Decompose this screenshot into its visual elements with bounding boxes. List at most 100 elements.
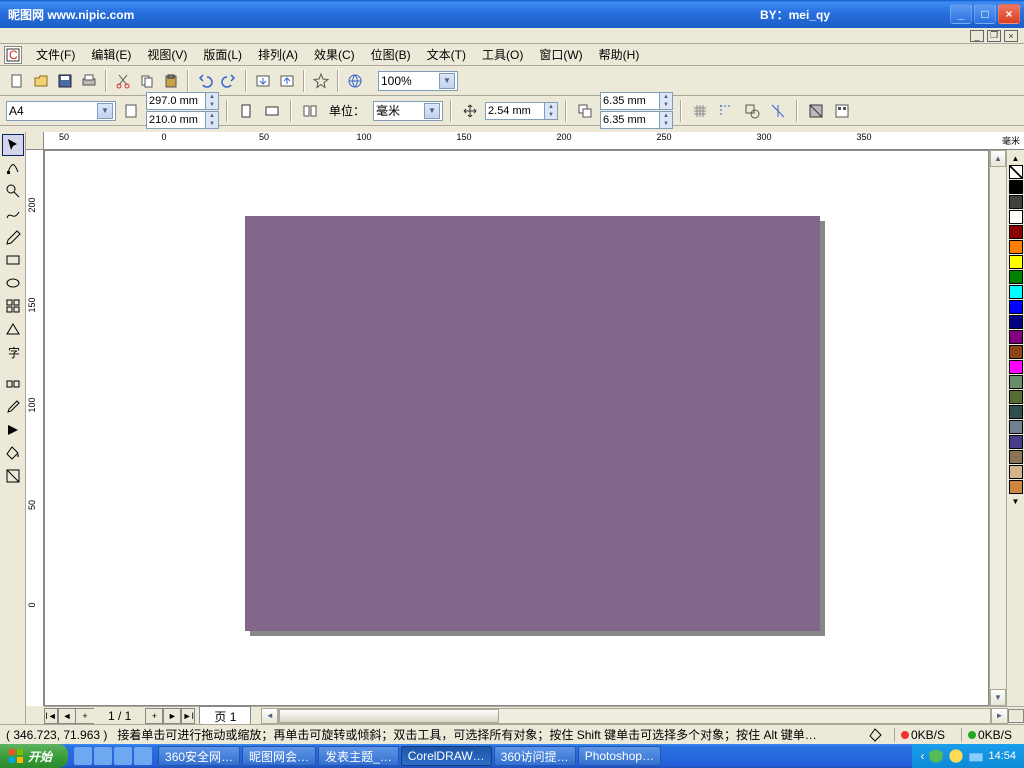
- color-swatch[interactable]: [1009, 420, 1023, 434]
- tray-shield-icon[interactable]: [928, 748, 944, 764]
- landscape-button[interactable]: [261, 100, 283, 122]
- menu-file[interactable]: 文件(F): [28, 44, 83, 65]
- color-swatch[interactable]: [1009, 210, 1023, 224]
- color-swatch[interactable]: [1009, 330, 1023, 344]
- task-button[interactable]: 昵图网会…: [242, 746, 316, 766]
- shape-tool[interactable]: [2, 157, 24, 179]
- scroll-down-button[interactable]: ▼: [990, 689, 1006, 706]
- page-prev-button[interactable]: ◄: [58, 708, 76, 724]
- canvas[interactable]: [44, 150, 989, 706]
- menu-arrange[interactable]: 排列(A): [250, 44, 306, 65]
- rectangle-object[interactable]: [245, 216, 820, 631]
- tray-volume-icon[interactable]: [948, 748, 964, 764]
- palette-down-icon[interactable]: ▼: [1012, 497, 1020, 506]
- color-swatch[interactable]: [1009, 240, 1023, 254]
- dup-y-input[interactable]: [601, 112, 659, 128]
- zoom-tool[interactable]: [2, 180, 24, 202]
- task-button[interactable]: 发表主题_…: [318, 746, 399, 766]
- dup-y-spinner[interactable]: ▲▼: [600, 111, 673, 129]
- page-first-button[interactable]: I◄: [44, 708, 58, 724]
- system-tray[interactable]: ‹ 14:54: [912, 744, 1024, 768]
- copy-button[interactable]: [136, 70, 158, 92]
- page-layout-button[interactable]: [299, 100, 321, 122]
- page-width-input[interactable]: [147, 93, 205, 109]
- mdi-restore-button[interactable]: ❐: [987, 30, 1001, 42]
- scroll-up-button[interactable]: ▲: [990, 150, 1006, 167]
- page-height-input[interactable]: [147, 112, 205, 128]
- color-swatch[interactable]: [1009, 300, 1023, 314]
- portrait-button[interactable]: [235, 100, 257, 122]
- menu-bitmaps[interactable]: 位图(B): [363, 44, 419, 65]
- task-button-active[interactable]: CorelDRAW…: [401, 746, 492, 766]
- tray-network-icon[interactable]: [968, 748, 984, 764]
- export-button[interactable]: [276, 70, 298, 92]
- freehand-tool[interactable]: [2, 203, 24, 225]
- ruler-origin[interactable]: [26, 132, 44, 150]
- corel-online-button[interactable]: [344, 70, 366, 92]
- color-swatch[interactable]: [1009, 285, 1023, 299]
- menu-effects[interactable]: 效果(C): [306, 44, 363, 65]
- snap-to-guidelines-button[interactable]: [715, 100, 737, 122]
- start-button[interactable]: 开始: [0, 744, 68, 768]
- smart-drawing-tool[interactable]: [2, 226, 24, 248]
- color-swatch[interactable]: [1009, 375, 1023, 389]
- dup-x-input[interactable]: [601, 93, 659, 109]
- new-button[interactable]: [6, 70, 28, 92]
- scroll-track[interactable]: [990, 167, 1006, 689]
- interactive-blend-tool[interactable]: [2, 373, 24, 395]
- zoom-combo[interactable]: 100% ▼: [378, 71, 458, 91]
- text-tool[interactable]: 字: [2, 341, 24, 363]
- import-button[interactable]: [252, 70, 274, 92]
- page-width-spinner[interactable]: ▲▼: [146, 92, 219, 110]
- color-swatch[interactable]: [1009, 255, 1023, 269]
- doc-nav-button[interactable]: [1008, 709, 1024, 723]
- vertical-ruler[interactable]: 200 150 100 50 0: [26, 150, 44, 706]
- dynamic-guides-button[interactable]: [767, 100, 789, 122]
- page-add-after-button[interactable]: +: [145, 708, 163, 724]
- mdi-close-button[interactable]: ×: [1004, 30, 1018, 42]
- color-swatch[interactable]: [1009, 465, 1023, 479]
- maximize-button[interactable]: □: [974, 4, 996, 24]
- open-button[interactable]: [30, 70, 52, 92]
- eyedropper-tool[interactable]: [2, 396, 24, 418]
- snap-to-objects-button[interactable]: [741, 100, 763, 122]
- scroll-track[interactable]: [278, 708, 991, 724]
- task-button[interactable]: 360访问提…: [494, 746, 576, 766]
- app-icon[interactable]: C: [4, 46, 22, 64]
- app-launcher-button[interactable]: [310, 70, 332, 92]
- outline-tool[interactable]: [2, 419, 24, 441]
- page-height-spinner[interactable]: ▲▼: [146, 111, 219, 129]
- pick-tool[interactable]: [2, 134, 24, 156]
- rectangle-tool[interactable]: [2, 249, 24, 271]
- fill-tool[interactable]: [2, 442, 24, 464]
- print-button[interactable]: [78, 70, 100, 92]
- nudge-input[interactable]: [486, 103, 544, 119]
- ellipse-tool[interactable]: [2, 272, 24, 294]
- paste-button[interactable]: [160, 70, 182, 92]
- page-next-button[interactable]: ►: [163, 708, 181, 724]
- horizontal-scrollbar[interactable]: ◄ ►: [261, 708, 1008, 724]
- undo-button[interactable]: [194, 70, 216, 92]
- basic-shapes-tool[interactable]: [2, 318, 24, 340]
- menu-edit[interactable]: 编辑(E): [83, 44, 139, 65]
- color-swatch[interactable]: [1009, 360, 1023, 374]
- menu-text[interactable]: 文本(T): [419, 44, 474, 65]
- scroll-thumb[interactable]: [279, 709, 499, 723]
- ql-item[interactable]: [74, 747, 92, 765]
- task-button[interactable]: 360安全网…: [158, 746, 240, 766]
- polygon-tool[interactable]: [2, 295, 24, 317]
- options-button[interactable]: [831, 100, 853, 122]
- horizontal-ruler[interactable]: 50 0 50 100 150 200 250 300 350 毫米: [44, 132, 1024, 150]
- interactive-fill-tool[interactable]: [2, 465, 24, 487]
- color-swatch[interactable]: [1009, 180, 1023, 194]
- paper-size-combo[interactable]: A4 ▼: [6, 101, 116, 121]
- close-button[interactable]: ×: [998, 4, 1020, 24]
- menu-tools[interactable]: 工具(O): [474, 44, 531, 65]
- menu-layout[interactable]: 版面(L): [195, 44, 250, 65]
- page-add-before-button[interactable]: +: [76, 708, 94, 724]
- task-button[interactable]: Photoshop…: [578, 746, 661, 766]
- dup-x-spinner[interactable]: ▲▼: [600, 92, 673, 110]
- color-swatch[interactable]: [1009, 405, 1023, 419]
- menu-help[interactable]: 帮助(H): [591, 44, 648, 65]
- color-swatch[interactable]: [1009, 225, 1023, 239]
